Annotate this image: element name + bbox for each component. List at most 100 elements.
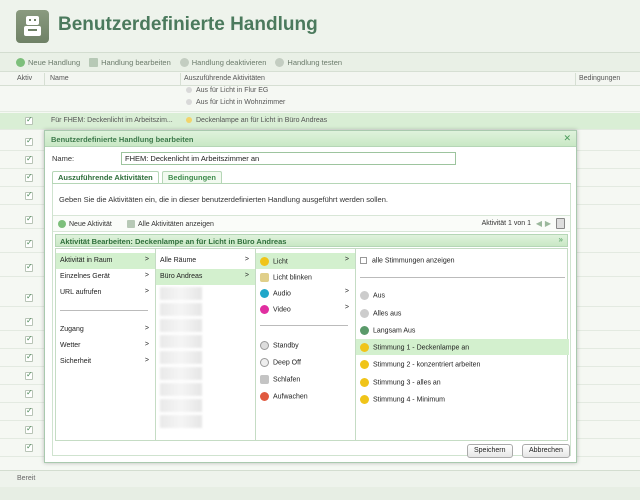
edit-action-button[interactable]: Handlung bearbeiten: [89, 57, 171, 67]
show-all-activities-button[interactable]: Alle Aktivitäten anzeigen: [127, 220, 214, 228]
dialog-tabs: Auszuführende Aktivitäten Bedingungen: [52, 169, 571, 183]
list-item[interactable]: Zugang >: [56, 322, 155, 338]
new-action-button[interactable]: Neue Handlung: [16, 57, 80, 67]
column-conditions[interactable]: Bedingungen: [579, 75, 620, 82]
list-item[interactable]: Schlafen: [256, 371, 355, 387]
close-icon[interactable]: ✕: [563, 133, 571, 144]
list-item[interactable]: Licht blinken: [256, 269, 355, 285]
audio-icon: [260, 289, 269, 298]
sleep-icon: [260, 375, 269, 384]
activity-toolbar: Neue Aktivität Alle Aktivitäten anzeigen…: [53, 215, 570, 232]
deactivate-action-button[interactable]: Handlung deaktivieren: [179, 57, 266, 67]
app-header: Benutzerdefinierte Handlung: [0, 0, 640, 52]
bulb-on-icon: [360, 378, 369, 387]
column-actions[interactable]: Auszuführende Aktivitäten: [184, 75, 265, 82]
active-checkbox[interactable]: [25, 334, 33, 344]
active-checkbox[interactable]: [25, 406, 33, 416]
column-name[interactable]: Name: [50, 75, 69, 82]
new-activity-button[interactable]: Neue Aktivität: [58, 220, 112, 228]
table-row[interactable]: Aus für Licht in Flur EG Aus für Licht i…: [0, 86, 640, 112]
list-item[interactable]: Aus: [356, 287, 569, 303]
chevron-right-icon: >: [244, 272, 249, 279]
redacted-room: [160, 287, 202, 300]
list-item[interactable]: Alles aus: [356, 305, 569, 321]
cancel-button[interactable]: Abbrechen: [522, 444, 570, 458]
list-item[interactable]: Aufwachen: [256, 388, 355, 404]
active-checkbox[interactable]: [25, 388, 33, 398]
chevron-right-icon: >: [344, 304, 349, 311]
active-checkbox[interactable]: [25, 424, 33, 434]
active-checkbox[interactable]: [25, 442, 33, 452]
checkbox[interactable]: [360, 257, 367, 264]
list-item[interactable]: Stimmung 4 - Minimum: [356, 391, 569, 407]
list-item[interactable]: Wetter >: [56, 338, 155, 354]
chevron-right-icon: >: [144, 357, 149, 364]
save-button[interactable]: Speichern: [467, 444, 513, 458]
redacted-room: [160, 383, 202, 396]
list-item[interactable]: URL aufrufen >: [56, 285, 155, 301]
active-checkbox[interactable]: [25, 214, 33, 224]
collapse-icon[interactable]: »: [559, 235, 563, 244]
standby-icon: [260, 341, 269, 350]
list-item[interactable]: Deep Off: [256, 354, 355, 370]
plus-icon: [58, 220, 66, 228]
list-item[interactable]: Alle Räume >: [156, 253, 255, 269]
bulb-off-icon: [360, 291, 369, 300]
name-label: Name:: [52, 154, 75, 163]
active-checkbox[interactable]: [25, 262, 33, 272]
active-checkbox[interactable]: [25, 115, 33, 125]
active-checkbox[interactable]: [25, 154, 33, 164]
list-item[interactable]: Stimmung 2 - konzentriert arbeiten: [356, 356, 569, 372]
active-checkbox[interactable]: [25, 190, 33, 200]
plus-icon: [16, 57, 25, 67]
dialog-header: Benutzerdefinierte Handlung bearbeiten ✕: [45, 131, 576, 147]
show-all-moods-checkbox[interactable]: alle Stimmungen anzeigen: [356, 253, 569, 269]
tab-conditions[interactable]: Bedingungen: [162, 171, 222, 183]
alarm-clock-icon: [260, 392, 269, 401]
list-item[interactable]: Standby: [256, 337, 355, 353]
table-row[interactable]: Für FHEM: Deckenlicht im Arbeitszim... D…: [0, 113, 640, 130]
bulb-icon: [186, 99, 192, 106]
list-item[interactable]: Audio >: [256, 285, 355, 301]
name-field[interactable]: [121, 152, 456, 165]
page-title: Benutzerdefinierte Handlung: [58, 14, 318, 35]
column-active[interactable]: Aktiv: [17, 75, 32, 82]
trash-icon[interactable]: [556, 218, 565, 229]
active-checkbox[interactable]: [25, 352, 33, 362]
list-item[interactable]: Stimmung 1 - Deckenlampe an: [356, 339, 569, 355]
actions-panel: Geben Sie die Aktivitäten ein, die in di…: [52, 184, 571, 456]
list-item[interactable]: Video >: [256, 301, 355, 317]
active-checkbox[interactable]: [25, 238, 33, 248]
list-item[interactable]: Büro Andreas >: [156, 269, 255, 285]
list-item[interactable]: Aktivität in Raum >: [56, 253, 155, 269]
status-bar: Bereit: [0, 470, 640, 487]
next-page-icon[interactable]: ▶: [545, 219, 551, 228]
deep-off-icon: [260, 358, 269, 367]
info-text: Geben Sie die Aktivitäten ein, die in di…: [59, 195, 388, 204]
list-item[interactable]: Einzelnes Gerät >: [56, 269, 155, 285]
light-icon: [260, 257, 269, 266]
active-checkbox[interactable]: [25, 292, 33, 302]
active-checkbox[interactable]: [25, 172, 33, 182]
list-item[interactable]: Stimmung 3 - alles an: [356, 374, 569, 390]
dialog-title: Benutzerdefinierte Handlung bearbeiten: [51, 135, 194, 144]
activity-columns: Aktivität in Raum > Einzelnes Gerät > URL …: [55, 248, 569, 441]
active-checkbox[interactable]: [25, 136, 33, 146]
light-blink-icon: [260, 273, 269, 282]
list-item[interactable]: Licht >: [256, 253, 355, 269]
list-item[interactable]: Sicherheit >: [56, 354, 155, 370]
edit-icon: [89, 57, 99, 67]
redacted-room: [160, 303, 202, 316]
chevron-right-icon: >: [144, 341, 149, 348]
test-action-button[interactable]: Handlung testen: [275, 57, 342, 67]
prev-page-icon[interactable]: ◀: [536, 219, 542, 228]
chevron-right-icon: >: [144, 256, 149, 263]
active-checkbox[interactable]: [25, 316, 33, 326]
active-checkbox[interactable]: [25, 370, 33, 380]
tab-actions[interactable]: Auszuführende Aktivitäten: [52, 171, 159, 183]
divider: [260, 325, 348, 326]
bulb-on-icon: [360, 395, 369, 404]
activity-column: Licht > Licht blinken Audio > Video > Stand…: [256, 249, 356, 440]
divider: [60, 310, 148, 311]
list-item[interactable]: Langsam Aus: [356, 322, 569, 338]
